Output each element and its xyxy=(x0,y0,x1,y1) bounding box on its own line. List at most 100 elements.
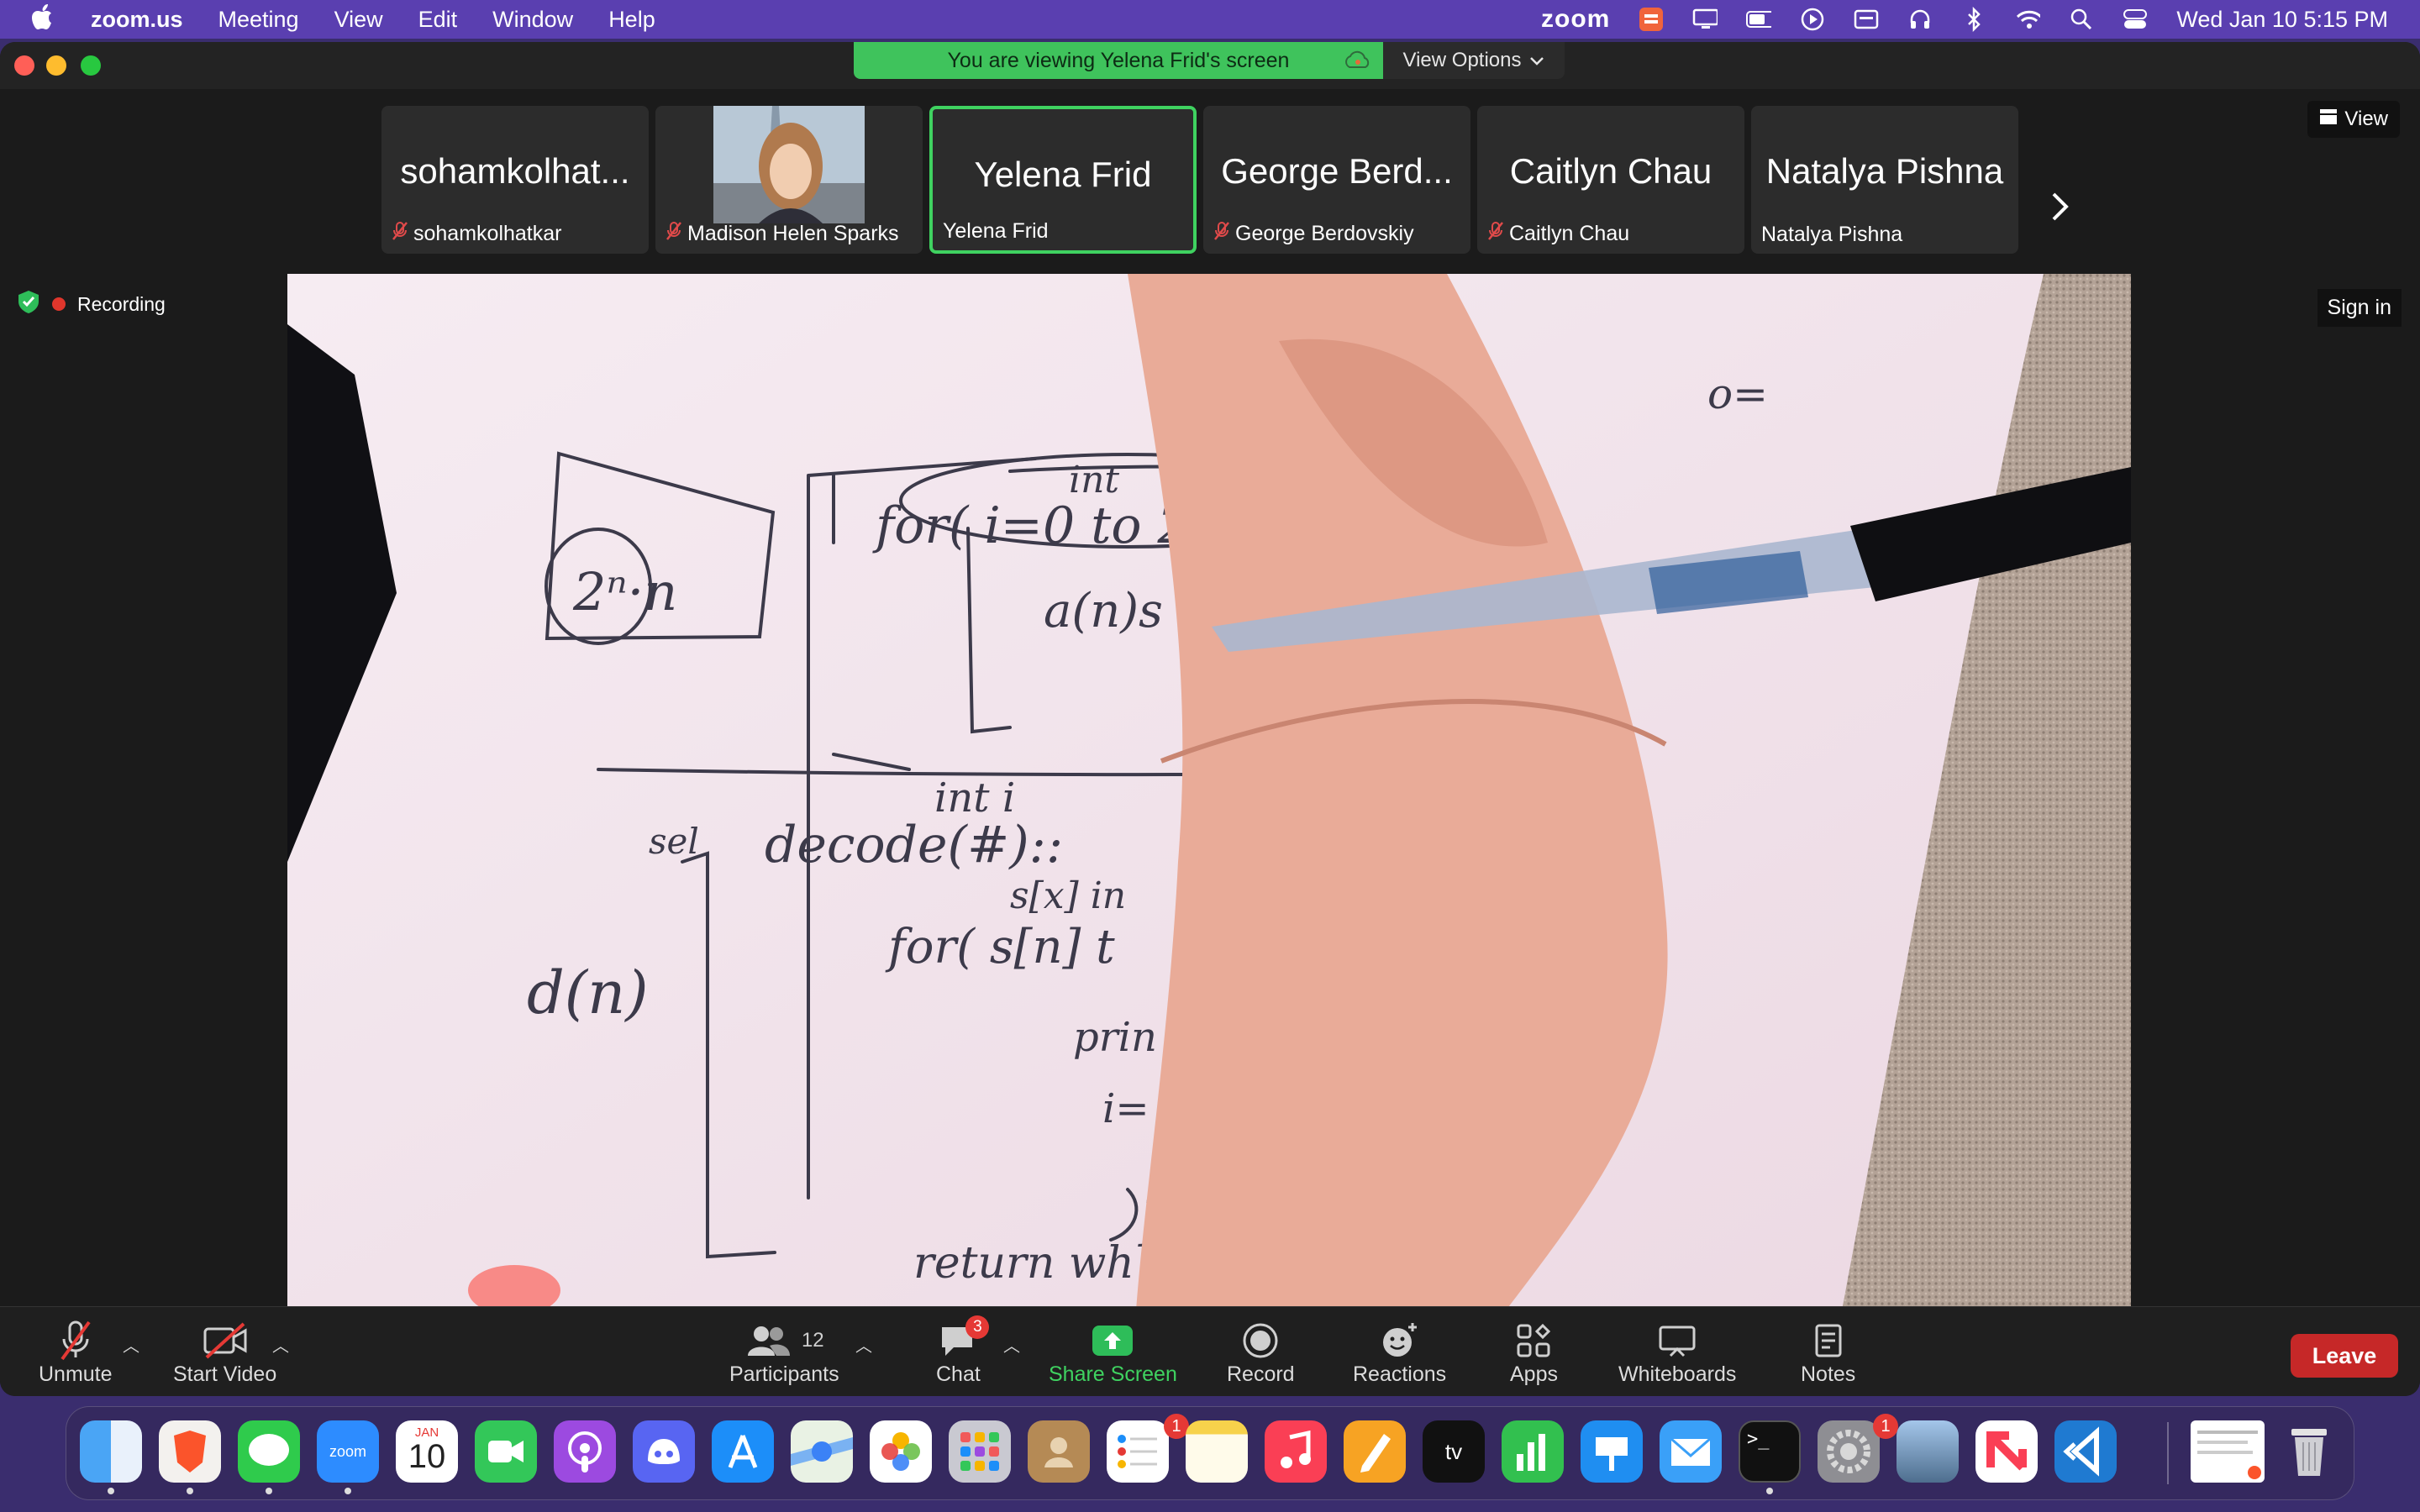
dock-trash-icon[interactable] xyxy=(2278,1420,2340,1483)
notes-button[interactable]: Notes xyxy=(1801,1319,1855,1387)
share-screen-button[interactable]: Share Screen xyxy=(1049,1319,1177,1387)
participant-tile[interactable]: Natalya Pishna Natalya Pishna xyxy=(1751,106,2018,254)
ink-text: 2ⁿ·n xyxy=(572,561,677,622)
recording-indicator[interactable]: Recording xyxy=(17,289,166,319)
participant-video xyxy=(713,106,865,223)
bluetooth-icon[interactable] xyxy=(1961,7,1986,32)
dock-recent-document-thumbnail[interactable] xyxy=(2191,1420,2265,1483)
dock-launchpad-icon[interactable] xyxy=(949,1420,1011,1483)
dock-keynote-icon[interactable] xyxy=(1581,1420,1643,1483)
apple-menu-icon[interactable] xyxy=(32,3,55,36)
ink-text: return wh xyxy=(913,1238,1134,1289)
menu-edit[interactable]: Edit xyxy=(418,7,458,33)
search-icon[interactable] xyxy=(2069,8,2094,30)
battery-icon[interactable] xyxy=(1746,8,1772,30)
play-icon[interactable] xyxy=(1800,8,1825,31)
dock-calendar-icon[interactable]: JAN 10 xyxy=(396,1420,458,1483)
wifi-icon[interactable] xyxy=(2015,8,2041,30)
unmute-button[interactable]: Unmute xyxy=(39,1319,113,1387)
dock-news-icon[interactable] xyxy=(1975,1420,2038,1483)
participant-display-name: George Berd... xyxy=(1221,151,1453,191)
dock-maps-icon[interactable] xyxy=(791,1420,853,1483)
dock-running-indicator xyxy=(1766,1488,1773,1494)
clock[interactable]: Wed Jan 10 5:15 PM xyxy=(2176,7,2388,33)
participant-display-name: Yelena Frid xyxy=(974,155,1152,194)
cloud-icon xyxy=(1343,50,1371,76)
dock-numbers-icon[interactable] xyxy=(1502,1420,1564,1483)
ink-text: for( i=0 to 2 xyxy=(872,496,1190,555)
sign-in-button[interactable]: Sign in xyxy=(2317,289,2402,327)
dock-vscode-icon[interactable] xyxy=(2054,1420,2117,1483)
dock-contacts-icon[interactable] xyxy=(1028,1420,1090,1483)
dock: zoom JAN 10 1 tv >_ 1 xyxy=(66,1406,2354,1500)
participant-tile[interactable]: Caitlyn Chau Caitlyn Chau xyxy=(1477,106,1744,254)
dock-finder-icon[interactable] xyxy=(80,1420,142,1483)
view-options-button[interactable]: View Options xyxy=(1383,42,1565,79)
participant-name: sohamkolhatkar xyxy=(413,222,562,245)
dock-discord-icon[interactable] xyxy=(633,1420,695,1483)
video-options-caret-icon[interactable]: ︿ xyxy=(272,1332,289,1357)
dock-apple-tv-icon[interactable]: tv xyxy=(1423,1420,1485,1483)
reactions-label: Reactions xyxy=(1353,1362,1447,1386)
participants-caret-icon[interactable]: ︿ xyxy=(855,1332,872,1357)
dock-pages-icon[interactable] xyxy=(1344,1420,1406,1483)
apps-button[interactable]: Apps xyxy=(1510,1319,1558,1387)
notes-icon xyxy=(1812,1319,1845,1362)
dock-reminders-icon[interactable] xyxy=(1107,1420,1169,1483)
dock-running-indicator xyxy=(187,1488,193,1494)
zoom-status-item[interactable]: zoom xyxy=(1541,5,1610,34)
participants-button[interactable]: 12 Participants xyxy=(729,1319,839,1387)
apps-label: Apps xyxy=(1510,1362,1558,1386)
menu-window[interactable]: Window xyxy=(492,7,573,33)
participant-tile[interactable]: Madison Helen Sparks xyxy=(655,106,923,254)
dock-running-indicator xyxy=(108,1488,114,1494)
dock-mail-icon[interactable] xyxy=(1660,1420,1722,1483)
participant-tile[interactable]: George Berd... George Berdovskiy xyxy=(1203,106,1470,254)
chat-button[interactable]: 3 Chat xyxy=(936,1315,990,1387)
audio-options-caret-icon[interactable]: ︿ xyxy=(123,1332,139,1357)
ink-text: for( s[n] t xyxy=(885,920,1115,974)
dock-podcasts-icon[interactable] xyxy=(554,1420,616,1483)
participant-name-label: Yelena Frid xyxy=(943,219,1049,244)
start-video-button[interactable]: Start Video xyxy=(173,1319,276,1387)
app-status-icon[interactable] xyxy=(1639,8,1664,31)
dock-preview-icon[interactable] xyxy=(1897,1420,1959,1483)
participant-name-label: Madison Helen Sparks xyxy=(666,221,899,247)
dock-terminal-icon[interactable]: >_ xyxy=(1739,1420,1801,1483)
headphones-icon[interactable] xyxy=(1907,8,1933,30)
dock-notes-icon[interactable] xyxy=(1186,1420,1248,1483)
participant-name-label: Natalya Pishna xyxy=(1761,223,1902,247)
title-bar: You are viewing Yelena Frid's screen Vie… xyxy=(0,42,2420,89)
record-button[interactable]: Record xyxy=(1227,1319,1295,1387)
dock-zoom-icon[interactable]: zoom xyxy=(317,1420,379,1483)
dock-app-store-icon[interactable] xyxy=(712,1420,774,1483)
control-center-icon[interactable] xyxy=(2123,8,2148,30)
participant-tile-active-speaker[interactable]: Yelena Frid Yelena Frid xyxy=(929,106,1197,254)
app-menu-zoom[interactable]: zoom.us xyxy=(91,7,183,33)
unmute-label: Unmute xyxy=(39,1362,113,1386)
next-page-chevron-icon[interactable] xyxy=(2050,190,2070,232)
close-window-button[interactable] xyxy=(14,55,34,76)
zoom-window-button[interactable] xyxy=(81,55,101,76)
participant-name: Caitlyn Chau xyxy=(1509,222,1630,245)
reactions-button[interactable]: Reactions xyxy=(1353,1319,1446,1387)
menu-view[interactable]: View xyxy=(334,7,383,33)
dock-system-settings-icon[interactable] xyxy=(1818,1420,1880,1483)
whiteboards-button[interactable]: Whiteboards xyxy=(1618,1319,1736,1387)
dock-photos-icon[interactable] xyxy=(870,1420,932,1483)
leave-button[interactable]: Leave xyxy=(2291,1334,2398,1378)
menu-help[interactable]: Help xyxy=(608,7,655,33)
dock-brave-icon[interactable] xyxy=(159,1420,221,1483)
dock-messages-icon[interactable] xyxy=(238,1420,300,1483)
calendar-day: 10 xyxy=(408,1438,446,1475)
display-icon[interactable] xyxy=(1692,8,1718,30)
view-layout-button[interactable]: View xyxy=(2307,101,2400,138)
dock-music-icon[interactable] xyxy=(1265,1420,1327,1483)
chat-caret-icon[interactable]: ︿ xyxy=(1003,1332,1020,1357)
minimize-window-button[interactable] xyxy=(46,55,66,76)
menu-meeting[interactable]: Meeting xyxy=(218,7,299,33)
participant-tile[interactable]: sohamkolhat... sohamkolhatkar xyxy=(381,106,649,254)
captions-icon[interactable] xyxy=(1854,8,1879,30)
settings-badge: 1 xyxy=(1873,1414,1898,1439)
dock-facetime-icon[interactable] xyxy=(475,1420,537,1483)
